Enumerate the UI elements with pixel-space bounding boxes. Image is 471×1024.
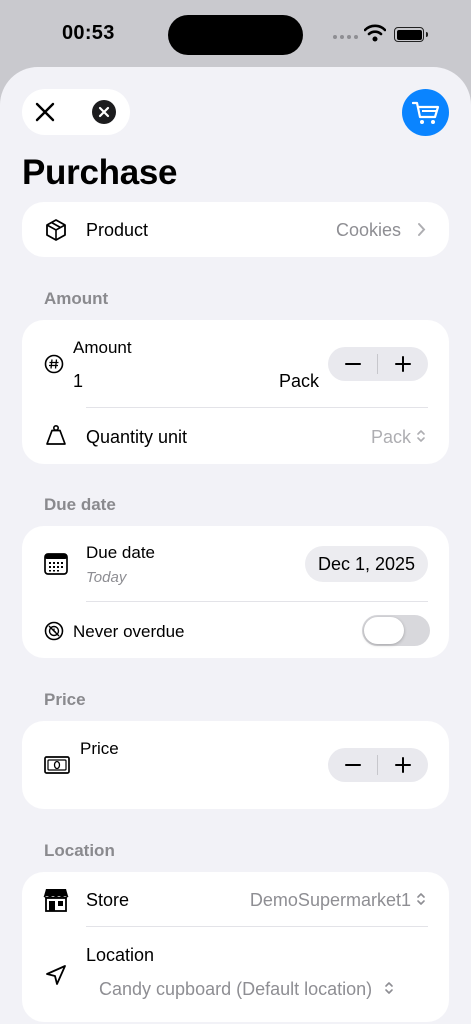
amount-label: Amount bbox=[73, 338, 132, 357]
cart-icon bbox=[412, 101, 440, 124]
due-date-label: Due date bbox=[86, 543, 155, 562]
location-arrow-icon bbox=[46, 965, 66, 985]
calendar-icon bbox=[44, 553, 68, 575]
no-clock-icon bbox=[44, 621, 64, 641]
increment-button[interactable] bbox=[378, 347, 428, 381]
section-header-location: Location bbox=[44, 841, 115, 860]
never-overdue-toggle[interactable] bbox=[362, 615, 430, 646]
product-label: Product bbox=[86, 220, 149, 240]
amount-stepper[interactable] bbox=[328, 347, 428, 381]
amount-value-input[interactable]: 1 bbox=[73, 371, 83, 392]
due-date-picker[interactable]: Dec 1, 2025 bbox=[305, 546, 428, 582]
page-title: Purchase bbox=[22, 153, 178, 192]
purchase-sheet: Purchase Product Cookies Amount Amount 1… bbox=[0, 67, 471, 1024]
location-label: Location bbox=[86, 945, 155, 965]
decrement-button[interactable] bbox=[328, 748, 378, 782]
quantity-unit-label: Quantity unit bbox=[86, 427, 188, 447]
chevron-updown-icon bbox=[417, 430, 425, 442]
amount-card: Amount 1 Pack Quantity unit Pack bbox=[22, 320, 449, 464]
wifi-icon bbox=[364, 24, 386, 42]
price-card: Price bbox=[22, 721, 449, 809]
store-picker[interactable]: DemoSupermarket1 bbox=[250, 890, 411, 911]
never-overdue-label: Never overdue bbox=[73, 622, 185, 641]
product-row[interactable]: Product Cookies bbox=[22, 202, 449, 257]
location-picker[interactable]: Candy cupboard (Default location) bbox=[99, 979, 372, 1000]
status-bar: 00:53 bbox=[0, 0, 471, 68]
status-time: 00:53 bbox=[62, 22, 115, 44]
section-header-amount: Amount bbox=[44, 289, 109, 308]
scale-icon bbox=[46, 424, 66, 445]
due-date-sub: Today bbox=[86, 569, 127, 586]
chevron-updown-icon bbox=[417, 893, 425, 905]
box-icon bbox=[46, 219, 66, 241]
decrement-button[interactable] bbox=[328, 347, 378, 381]
product-value: Cookies bbox=[335, 220, 401, 240]
location-card: Store DemoSupermarket1 Location Candy cu… bbox=[22, 872, 449, 1022]
clear-circle-icon[interactable] bbox=[92, 100, 116, 124]
section-header-price: Price bbox=[44, 690, 86, 709]
price-stepper[interactable] bbox=[328, 748, 428, 782]
quantity-unit-value[interactable]: Pack bbox=[371, 427, 411, 448]
toggle-knob bbox=[364, 617, 404, 644]
section-header-due-date: Due date bbox=[44, 495, 116, 514]
amount-unit: Pack bbox=[279, 371, 320, 391]
storefront-icon bbox=[43, 889, 69, 912]
price-label: Price bbox=[80, 739, 119, 758]
cart-button[interactable] bbox=[402, 89, 449, 136]
cellular-signal-icon bbox=[333, 35, 358, 39]
dynamic-island bbox=[168, 15, 303, 55]
store-label: Store bbox=[86, 890, 130, 910]
close-icon[interactable] bbox=[35, 102, 55, 122]
chevron-updown-icon bbox=[385, 982, 393, 994]
toolbar-pill bbox=[22, 89, 130, 135]
number-icon bbox=[44, 354, 64, 374]
banknote-icon bbox=[44, 756, 70, 774]
chevron-right-icon bbox=[418, 223, 426, 236]
due-date-card: Due date Today Dec 1, 2025 Never overdue bbox=[22, 526, 449, 658]
battery-icon bbox=[394, 27, 428, 42]
increment-button[interactable] bbox=[378, 748, 428, 782]
